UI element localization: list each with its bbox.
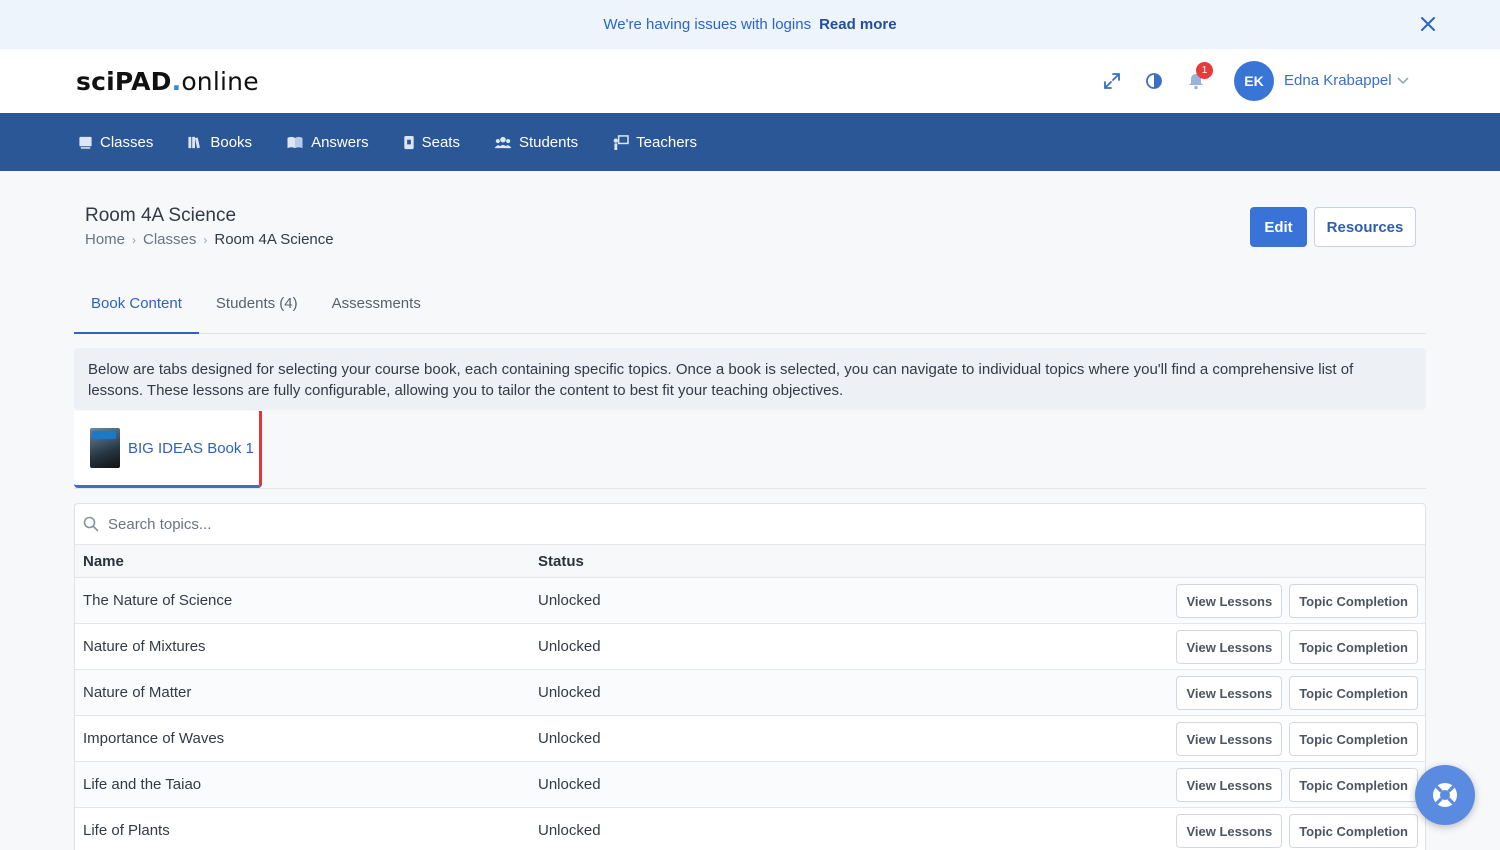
search-bar	[75, 504, 1425, 545]
nav-item-students[interactable]: Students	[494, 134, 578, 151]
contrast-icon[interactable]	[1144, 71, 1164, 91]
topics-table: Name Status The Nature of Science Unlock…	[74, 503, 1426, 850]
lifebuoy-icon	[1433, 783, 1457, 807]
students-icon	[494, 136, 512, 148]
table-row: Nature of Matter Unlocked View Lessons T…	[75, 670, 1425, 716]
nav-label: Answers	[311, 133, 369, 151]
view-lessons-button[interactable]: View Lessons	[1176, 722, 1283, 756]
topic-completion-button[interactable]: Topic Completion	[1289, 676, 1418, 710]
resources-button[interactable]: Resources	[1314, 207, 1416, 247]
table-row: Life and the Taiao Unlocked View Lessons…	[75, 762, 1425, 808]
book-cover-image	[90, 428, 120, 468]
nav-item-answers[interactable]: Answers	[286, 134, 369, 151]
breadcrumb-chevron-icon: ›	[132, 232, 137, 247]
notification-badge: 1	[1196, 62, 1213, 79]
app-header: sciPAD.online 1 EK Edna Krabappel	[0, 49, 1500, 113]
table-row: The Nature of Science Unlocked View Less…	[75, 578, 1425, 624]
tab-assessments[interactable]: Assessments	[315, 284, 438, 333]
nav-item-classes[interactable]: Classes	[78, 134, 153, 151]
column-header-name[interactable]: Name	[83, 553, 124, 570]
main-navbar: Classes Books Answers Seats Students Tea…	[0, 113, 1500, 171]
nav-item-seats[interactable]: Seats	[403, 134, 460, 151]
view-lessons-button[interactable]: View Lessons	[1176, 584, 1283, 618]
search-icon	[83, 516, 99, 532]
table-row: Nature of Mixtures Unlocked View Lessons…	[75, 624, 1425, 670]
topic-name: Life and the Taiao	[83, 776, 202, 793]
view-lessons-button[interactable]: View Lessons	[1176, 630, 1283, 664]
topic-name: The Nature of Science	[83, 592, 233, 609]
classes-icon	[79, 136, 92, 149]
view-lessons-button[interactable]: View Lessons	[1176, 676, 1283, 710]
user-name[interactable]: Edna Krabappel	[1284, 72, 1392, 89]
banner-read-more-link[interactable]: Read more	[819, 16, 897, 33]
topic-completion-button[interactable]: Topic Completion	[1289, 722, 1418, 756]
topic-name: Life of Plants	[83, 822, 170, 839]
column-header-status[interactable]: Status	[538, 553, 584, 570]
fullscreen-icon[interactable]	[1102, 71, 1122, 91]
book-tab[interactable]: BIG IDEAS Book 1	[74, 411, 262, 488]
topic-name: Nature of Mixtures	[83, 638, 206, 655]
topic-name: Importance of Waves	[83, 730, 225, 747]
topic-completion-button[interactable]: Topic Completion	[1289, 768, 1418, 802]
breadcrumb-chevron-icon: ›	[203, 232, 208, 247]
edit-button[interactable]: Edit	[1250, 207, 1307, 247]
nav-label: Teachers	[636, 133, 698, 151]
announcement-banner: We're having issues with logins Read mor…	[0, 0, 1500, 49]
view-lessons-button[interactable]: View Lessons	[1176, 768, 1283, 802]
chevron-down-icon[interactable]	[1396, 76, 1410, 86]
breadcrumb: Home › Classes › Room 4A Science	[85, 231, 334, 248]
info-box: Below are tabs designed for selecting yo…	[74, 348, 1426, 410]
books-icon	[188, 136, 201, 148]
view-lessons-button[interactable]: View Lessons	[1176, 814, 1283, 848]
scipad-logo[interactable]: sciPAD.online	[76, 67, 259, 96]
topic-status: Unlocked	[538, 684, 601, 701]
nav-item-teachers[interactable]: Teachers	[612, 134, 697, 151]
page-title: Room 4A Science	[85, 205, 237, 226]
tab-students[interactable]: Students (4)	[199, 284, 315, 333]
answers-icon	[287, 136, 303, 148]
divider	[74, 488, 1426, 489]
nav-label: Students	[518, 133, 579, 151]
table-row: Importance of Waves Unlocked View Lesson…	[75, 716, 1425, 762]
breadcrumb-current: Room 4A Science	[214, 231, 334, 248]
breadcrumb-classes[interactable]: Classes	[143, 231, 196, 248]
table-row: Life of Plants Unlocked View Lessons Top…	[75, 808, 1425, 850]
book-label: BIG IDEAS Book 1	[128, 439, 254, 457]
topic-status: Unlocked	[538, 776, 601, 793]
search-input[interactable]	[108, 515, 708, 533]
table-body: The Nature of Science Unlocked View Less…	[75, 578, 1425, 850]
banner-message: We're having issues with logins	[603, 16, 812, 33]
table-header: Name Status	[75, 545, 1425, 578]
breadcrumb-home[interactable]: Home	[85, 231, 125, 248]
nav-label: Classes	[100, 133, 154, 151]
close-icon[interactable]	[1418, 14, 1438, 34]
help-button[interactable]	[1415, 765, 1475, 825]
tab-book-content[interactable]: Book Content	[74, 284, 199, 334]
seats-icon	[403, 135, 414, 149]
topic-completion-button[interactable]: Topic Completion	[1289, 814, 1418, 848]
topic-name: Nature of Matter	[83, 684, 192, 701]
teachers-icon	[613, 134, 629, 150]
topic-completion-button[interactable]: Topic Completion	[1289, 630, 1418, 664]
avatar[interactable]: EK	[1234, 61, 1274, 101]
nav-label: Seats	[421, 133, 460, 151]
nav-label: Books	[210, 133, 253, 151]
nav-item-books[interactable]: Books	[187, 134, 252, 151]
topic-status: Unlocked	[538, 730, 601, 747]
topic-completion-button[interactable]: Topic Completion	[1289, 584, 1418, 618]
topic-status: Unlocked	[538, 592, 601, 609]
class-tabs: Book Content Students (4) Assessments	[74, 284, 1426, 334]
topic-status: Unlocked	[538, 822, 601, 839]
topic-status: Unlocked	[538, 638, 601, 655]
